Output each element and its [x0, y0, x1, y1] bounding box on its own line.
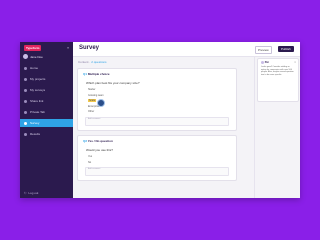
breadcrumb-prefix: Content — [78, 60, 89, 64]
sidebar-item-label: Home — [30, 66, 39, 70]
publish-button[interactable]: Publish — [278, 46, 294, 52]
comment-input[interactable]: Add comment — [85, 117, 229, 126]
sidebar-item-private[interactable]: Private Tab — [20, 108, 73, 116]
logout-icon: ⎋ — [24, 191, 27, 195]
collapse-sidebar-icon[interactable]: « — [67, 45, 69, 50]
question-card-1[interactable]: Q1 Multiple choice Which plan best fits … — [77, 68, 237, 131]
app-window: Typeform « Jane Doe Home My projects My … — [20, 42, 300, 198]
answer-option[interactable]: Yes — [88, 155, 231, 158]
question-header: Q1 Multiple choice — [83, 72, 231, 76]
question-text: Which plan best fits your company size? — [86, 81, 140, 85]
survey-editor: Content · 2 questions Q1 Multiple choice… — [77, 60, 237, 198]
logout-link[interactable]: ⎋ Log out — [24, 191, 38, 195]
question-type: Multiple choice — [87, 72, 110, 76]
question-card-2[interactable]: Q2 Yes / No question Would you use this?… — [77, 135, 237, 181]
share-icon — [24, 99, 27, 103]
sidebar-item-results[interactable]: Results — [20, 130, 73, 138]
collaborator-cursor-icon — [97, 99, 105, 107]
comment-input[interactable]: Add comment — [85, 166, 229, 176]
logout-label: Log out — [28, 191, 39, 195]
question-type: Yes / No question — [87, 139, 113, 143]
avatar — [261, 61, 264, 64]
sidebar-item-survey[interactable]: Survey — [20, 119, 73, 127]
panel-divider — [254, 56, 255, 198]
folder-icon — [24, 77, 27, 81]
sidebar-item-projects[interactable]: My projects — [20, 75, 73, 83]
sidebar-item-label: Share link — [30, 99, 44, 103]
sidebar-item-share[interactable]: Share link — [20, 97, 73, 105]
user-profile[interactable]: Jane Doe — [23, 54, 43, 59]
sidebar-item-surveys[interactable]: My surveys — [20, 86, 73, 94]
list-icon — [24, 88, 27, 92]
answer-option[interactable]: No — [88, 161, 231, 164]
sidebar-item-label: Private Tab — [30, 110, 45, 114]
user-name: Jane Doe — [30, 54, 43, 59]
question-number: Q2 — [83, 139, 88, 143]
comment-text: Looks good! Consider adding an option fo… — [261, 66, 294, 76]
preview-button[interactable]: Preview — [255, 46, 272, 54]
breadcrumb-accent: 2 questions — [91, 60, 107, 64]
lock-icon — [24, 110, 27, 114]
comment-panel: Pat × Looks good! Consider adding an opt… — [257, 58, 299, 102]
survey-icon — [24, 121, 27, 125]
sidebar: Typeform « Jane Doe Home My projects My … — [20, 42, 73, 198]
chart-icon — [24, 132, 27, 136]
sidebar-nav: Home My projects My surveys Share link P… — [20, 64, 73, 141]
main-area: Survey Preview Publish Content · 2 quest… — [73, 42, 300, 198]
answer-option[interactable]: Starter — [88, 88, 231, 91]
close-icon[interactable]: × — [294, 60, 296, 64]
question-number: Q1 — [83, 72, 88, 76]
question-text: Would you use this? — [86, 148, 113, 152]
home-icon — [24, 66, 27, 70]
answer-option[interactable]: Enterprise — [88, 105, 231, 108]
avatar — [23, 54, 28, 59]
question-header: Q2 Yes / No question — [83, 139, 231, 143]
sidebar-item-label: Survey — [30, 121, 40, 125]
breadcrumb: Content · 2 questions — [78, 60, 107, 64]
sidebar-item-label: My projects — [30, 77, 46, 81]
sidebar-item-home[interactable]: Home — [20, 64, 73, 72]
answer-option[interactable]: Other — [88, 110, 231, 113]
sidebar-item-label: Results — [30, 132, 41, 136]
top-bar: Survey Preview Publish — [73, 42, 300, 57]
answer-option-selected[interactable]: Scale — [88, 99, 231, 102]
answer-option[interactable]: Growing team — [88, 94, 231, 97]
brand-logo: Typeform — [24, 45, 42, 51]
sidebar-item-label: My surveys — [30, 88, 46, 92]
page-title: Survey — [79, 45, 100, 51]
